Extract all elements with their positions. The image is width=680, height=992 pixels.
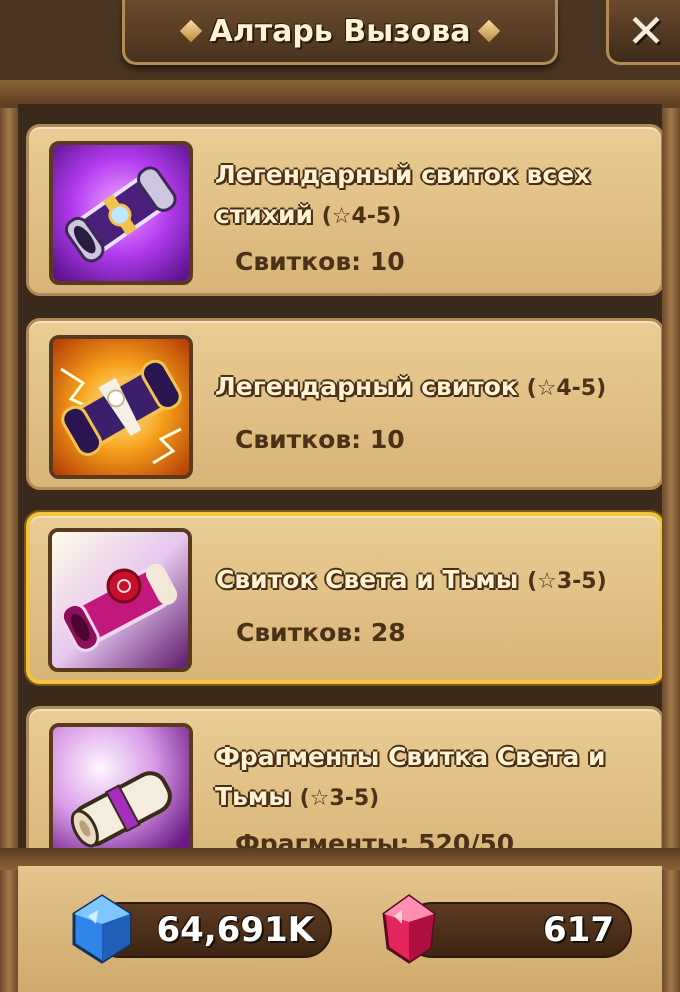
summon-scroll-list[interactable]: Легендарный свиток всех стихий (☆4-5) Св… <box>18 104 662 848</box>
gem-balance[interactable]: 617 <box>404 902 632 958</box>
gem-amount: 617 <box>543 910 614 950</box>
close-icon: ✕ <box>626 4 666 58</box>
blue-crystal-icon <box>72 894 132 964</box>
light-dark-scroll-icon <box>48 528 192 672</box>
legendary-all-elements-scroll-icon <box>49 141 193 285</box>
list-item-light-dark-fragments[interactable]: Фрагменты Свитка Света и Тьмы (☆3-5) Фра… <box>26 706 662 848</box>
star-range: (☆4-5) <box>321 204 402 229</box>
diamond-ornament-icon <box>177 18 204 44</box>
scroll-name: Легендарный свиток всех стихий (☆4-5) <box>215 155 662 237</box>
red-gem-icon <box>382 894 436 964</box>
list-item-legendary-all-elements[interactable]: Легендарный свиток всех стихий (☆4-5) Св… <box>26 124 662 296</box>
crystal-amount: 64,691K <box>156 910 314 950</box>
star-range: (☆3-5) <box>299 786 380 811</box>
scroll-name: Фрагменты Свитка Света и Тьмы (☆3-5) <box>215 737 662 819</box>
star-range: (☆3-5) <box>527 569 607 594</box>
scroll-count: Свитков: 10 <box>235 247 405 276</box>
scroll-name: Свиток Света и Тьмы (☆3-5) <box>216 560 662 602</box>
scroll-title: Легендарный свиток всех стихий <box>215 160 591 229</box>
title-banner: Алтарь Вызова <box>122 0 558 65</box>
scroll-count: Свитков: 10 <box>235 425 405 454</box>
scroll-title: Фрагменты Свитка Света и Тьмы <box>215 742 606 811</box>
page-title: Алтарь Вызова <box>209 13 471 49</box>
list-item-light-dark-scroll[interactable]: Свиток Света и Тьмы (☆3-5) Свитков: 28 <box>26 512 662 684</box>
scroll-title: Легендарный свиток <box>215 372 518 401</box>
scroll-title: Свиток Света и Тьмы <box>216 565 519 594</box>
list-item-legendary-scroll[interactable]: Легендарный свиток (☆4-5) Свитков: 10 <box>26 318 662 490</box>
window-frame: Алтарь Вызова ✕ Легендарный свиток всех … <box>0 0 680 992</box>
fragment-count: Фрагменты: 520/50 <box>235 829 515 848</box>
scroll-count: Свитков: 28 <box>236 618 406 647</box>
legendary-scroll-icon <box>49 335 193 479</box>
star-range: (☆4-5) <box>526 376 607 401</box>
close-button[interactable]: ✕ <box>606 0 680 65</box>
light-dark-fragments-icon <box>49 723 193 848</box>
diamond-ornament-icon <box>476 18 503 44</box>
scroll-name: Легендарный свиток (☆4-5) <box>215 367 662 409</box>
